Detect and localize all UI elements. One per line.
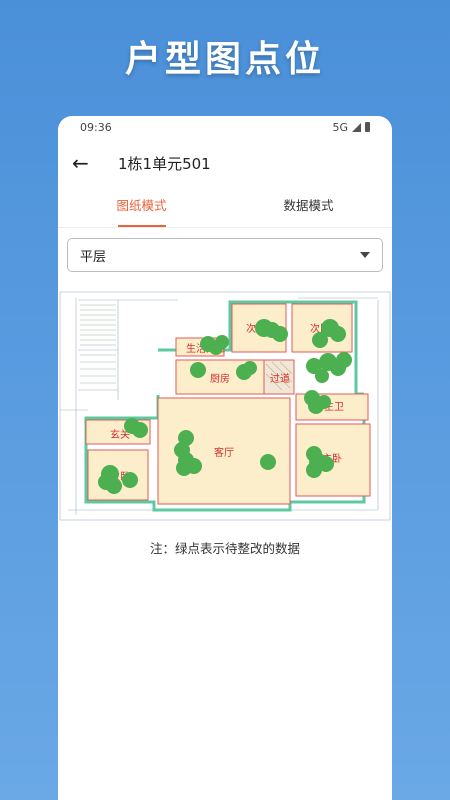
issue-marker[interactable]: [215, 335, 229, 349]
floorplan-canvas[interactable]: 次卧 次卧 生活阳台 厨房 过道 主卫 玄关 客厅 主卧 次卧: [58, 290, 392, 522]
issue-marker[interactable]: [336, 352, 352, 368]
issue-marker[interactable]: [122, 472, 138, 488]
tab-data-mode[interactable]: 数据模式: [225, 188, 392, 227]
issue-marker[interactable]: [330, 326, 346, 342]
floor-dropdown[interactable]: 平层: [67, 238, 383, 272]
phone-screen: 09:36 5G ← 1栋1单元501 图纸模式 数据模式 平层 次卧 厨房 过…: [58, 116, 392, 800]
floorplan-svg: 次卧 次卧 生活阳台 厨房 过道 主卫 玄关 客厅 主卧 次卧: [59, 291, 391, 521]
chevron-down-icon: [360, 252, 370, 258]
issue-marker[interactable]: [312, 332, 328, 348]
network-label: 5G: [332, 120, 348, 134]
issue-marker[interactable]: [260, 454, 276, 470]
promo-headline: 户型图点位: [124, 39, 325, 80]
issue-marker[interactable]: [243, 361, 257, 375]
issue-marker[interactable]: [272, 326, 288, 342]
mode-tabs: 图纸模式 数据模式: [58, 188, 392, 228]
stair-lines: [80, 304, 116, 384]
page-title: 1栋1单元501: [118, 154, 211, 173]
issue-marker[interactable]: [132, 422, 148, 438]
app-bar: ← 1栋1单元501: [58, 138, 392, 188]
tab-drawing-mode[interactable]: 图纸模式: [58, 188, 225, 227]
floor-dropdown-value: 平层: [80, 249, 107, 265]
issue-marker[interactable]: [106, 478, 122, 494]
room-label: 客厅: [214, 446, 234, 459]
battery-icon: [365, 122, 370, 132]
issue-marker[interactable]: [306, 462, 322, 478]
issue-marker[interactable]: [315, 369, 329, 383]
back-arrow-icon[interactable]: ←: [72, 151, 98, 175]
issue-marker[interactable]: [176, 460, 192, 476]
issue-marker[interactable]: [190, 362, 206, 378]
room-label: 过道: [270, 372, 290, 385]
issue-marker[interactable]: [317, 395, 331, 409]
signal-icon: [352, 122, 361, 132]
legend-note: 注：绿点表示待整改的数据: [149, 541, 300, 556]
status-time: 09:36: [80, 120, 112, 134]
status-bar: 09:36 5G: [58, 116, 392, 138]
status-icons: 5G: [332, 121, 370, 134]
room-label: 厨房: [210, 372, 230, 385]
